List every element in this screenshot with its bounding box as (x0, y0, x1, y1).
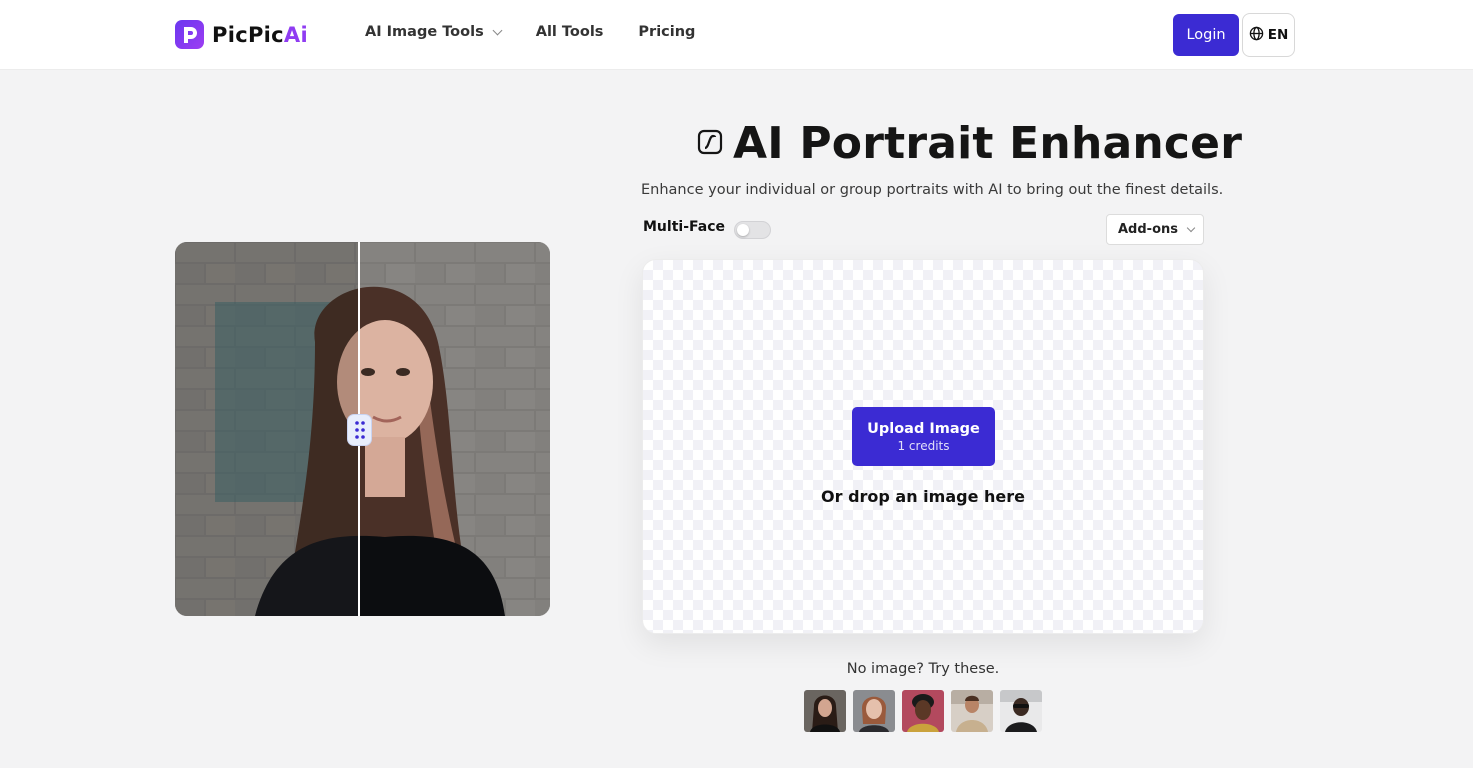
chevron-down-icon (1186, 223, 1196, 232)
toggle-knob (737, 224, 749, 236)
page-title: AI Portrait Enhancer (733, 118, 1243, 169)
nav-label: AI Image Tools (365, 24, 484, 40)
language-selector[interactable]: EN (1242, 13, 1295, 57)
nav-ai-image-tools[interactable]: AI Image Tools (365, 24, 503, 40)
page-heading: AI Portrait Enhancer (697, 118, 1242, 169)
sample-portrait-2[interactable] (853, 690, 895, 732)
addons-dropdown[interactable]: Add-ons (1106, 214, 1204, 245)
sample-prompt: No image? Try these. (846, 661, 1000, 677)
site-logo[interactable]: PicPicAi (175, 20, 308, 49)
sample-images (804, 690, 1042, 732)
main-nav: AI Image Tools All Tools Pricing (365, 24, 730, 40)
sample-portrait-5[interactable] (1000, 690, 1042, 732)
multi-face-label: Multi-Face (643, 219, 725, 235)
language-label: EN (1267, 27, 1289, 43)
logo-text: PicPicAi (212, 22, 308, 47)
logo-p-icon (175, 20, 204, 49)
multi-face-toggle[interactable] (734, 221, 771, 239)
upload-credits-label: 1 credits (897, 438, 950, 453)
login-button[interactable]: Login (1173, 14, 1239, 56)
addons-label: Add-ons (1118, 222, 1178, 237)
drag-dots-icon (354, 421, 365, 439)
sample-portrait-3[interactable] (902, 690, 944, 732)
portrait-enhance-icon (697, 129, 723, 159)
top-navbar: PicPicAi AI Image Tools All Tools Pricin… (0, 0, 1473, 70)
drop-hint: Or drop an image here (821, 487, 1025, 506)
upload-button-label: Upload Image (867, 420, 980, 437)
before-after-compare[interactable] (175, 242, 550, 616)
nav-label: Pricing (638, 24, 696, 40)
globe-icon (1249, 26, 1264, 45)
nav-label: All Tools (535, 24, 604, 40)
chevron-down-icon (492, 25, 503, 35)
sample-portrait-1[interactable] (804, 690, 846, 732)
compare-drag-handle[interactable] (347, 414, 372, 446)
sample-portrait-4[interactable] (951, 690, 993, 732)
nav-all-tools[interactable]: All Tools (536, 24, 604, 40)
upload-image-button[interactable]: Upload Image 1 credits (852, 407, 995, 466)
nav-pricing[interactable]: Pricing (638, 24, 695, 40)
page-subtitle: Enhance your individual or group portrai… (641, 182, 1224, 198)
